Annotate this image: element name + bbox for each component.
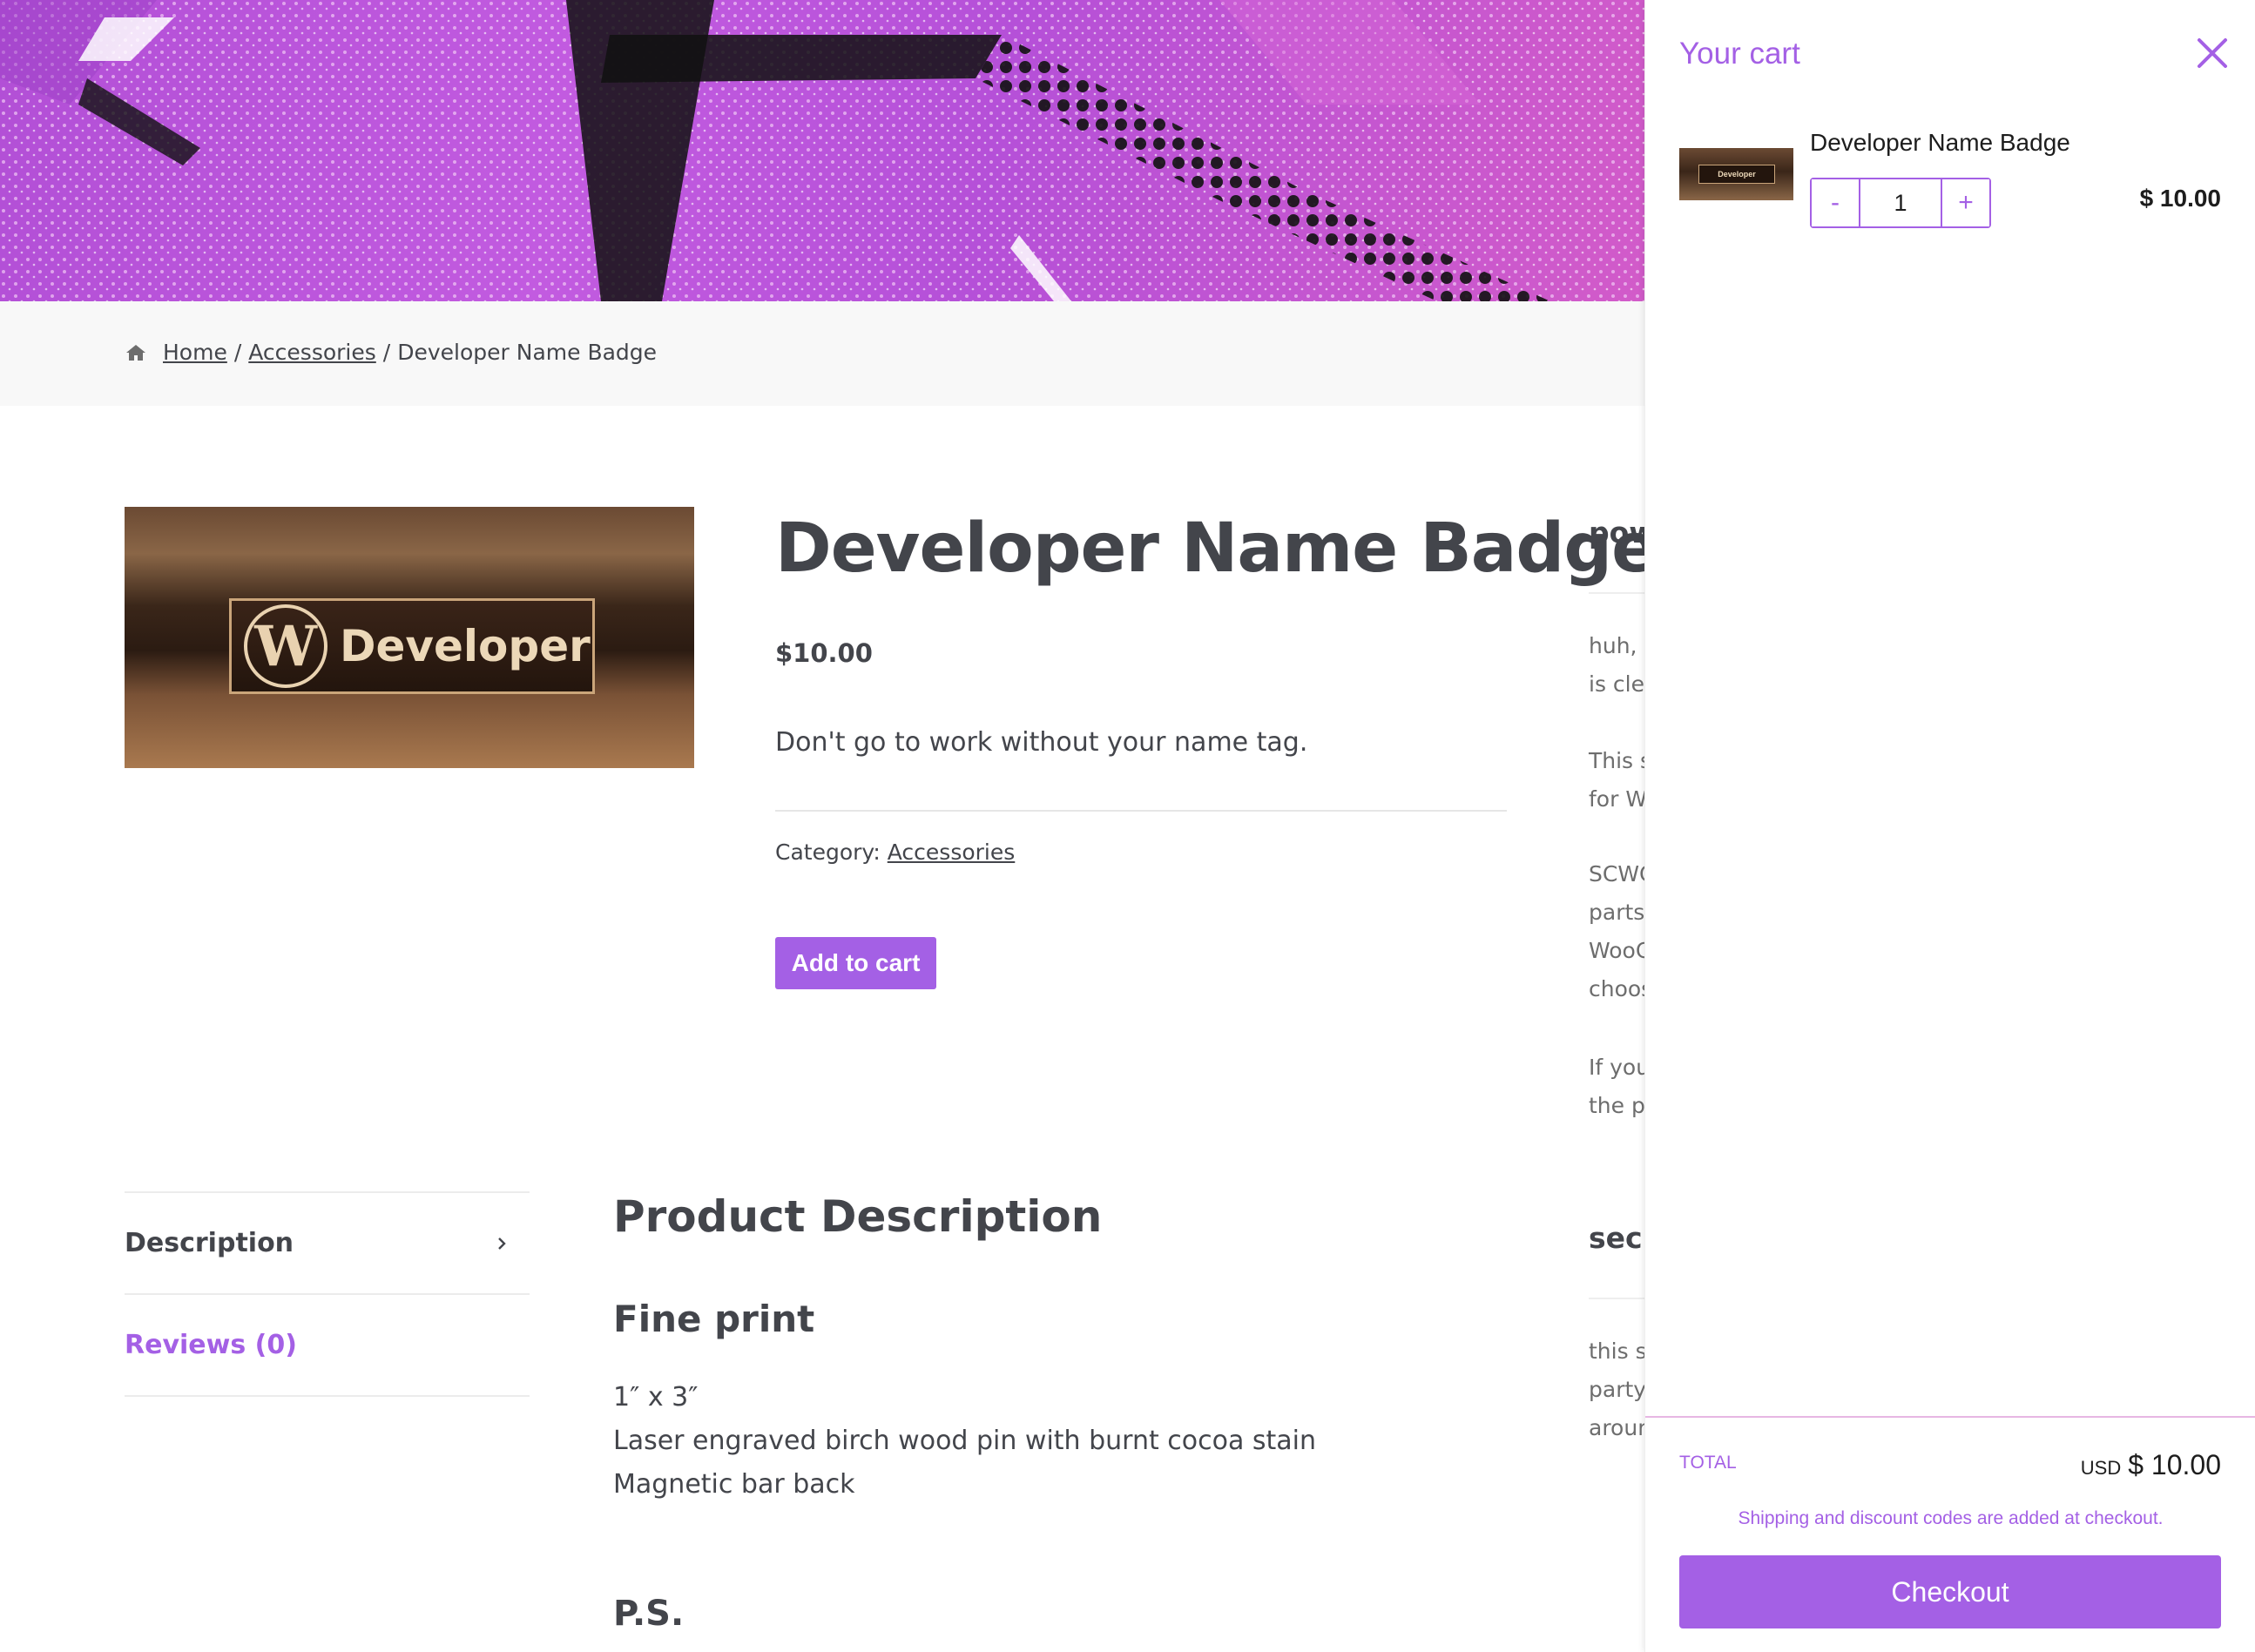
name-badge-plate: W Developer — [229, 598, 595, 694]
breadcrumb-current: Developer Name Badge — [397, 340, 658, 365]
description-line: 1″ x 3″ — [613, 1382, 699, 1413]
total-currency: USD — [2080, 1457, 2122, 1479]
description-ps-heading: P.S. — [613, 1594, 685, 1634]
breadcrumb-separator: / — [233, 340, 242, 365]
close-icon[interactable] — [2196, 37, 2229, 70]
tab-description[interactable]: Description — [125, 1191, 530, 1293]
wordpress-logo-icon: W — [244, 604, 327, 688]
description-line: Magnetic bar back — [613, 1469, 855, 1500]
product-image[interactable]: W Developer — [125, 507, 694, 768]
tab-label: Description — [125, 1228, 294, 1258]
product-category: Category: Accessories — [775, 839, 1015, 865]
total-label: TOTAL — [1679, 1453, 1737, 1473]
product-title: Developer Name Badge — [775, 509, 1657, 588]
breadcrumb: Home / Accessories / Developer Name Badg… — [125, 340, 657, 365]
description-heading: Product Description — [613, 1191, 1103, 1242]
description-line: Laser engraved birch wood pin with burnt… — [613, 1426, 1317, 1456]
cart-title: Your cart — [1679, 37, 1800, 71]
shipping-note: Shipping and discount codes are added at… — [1738, 1508, 2164, 1528]
tab-reviews[interactable]: Reviews (0) — [125, 1293, 530, 1397]
checkout-button[interactable]: Checkout — [1679, 1555, 2221, 1628]
category-link[interactable]: Accessories — [888, 839, 1016, 865]
cart-drawer: Your cart Developer Developer Name Badge… — [1644, 0, 2255, 1652]
total-amount: $ 10.00 — [2128, 1449, 2221, 1480]
hero-pattern — [0, 0, 1644, 301]
cart-thumb-badge: Developer — [1698, 165, 1775, 184]
cart-item-price: $ 10.00 — [2139, 185, 2221, 212]
breadcrumb-separator: / — [382, 340, 391, 365]
breadcrumb-home-link[interactable]: Home — [163, 340, 227, 365]
tab-label: Reviews (0) — [125, 1330, 297, 1360]
add-to-cart-button[interactable]: Add to cart — [775, 937, 936, 989]
breadcrumb-category-link[interactable]: Accessories — [248, 340, 376, 365]
badge-text: Developer — [340, 621, 591, 671]
cart-item-name: Developer Name Badge — [1810, 129, 2070, 156]
quantity-decrease-button[interactable]: - — [1812, 179, 1859, 226]
summary-divider — [775, 810, 1507, 812]
description-subheading: Fine print — [613, 1298, 815, 1340]
quantity-input[interactable] — [1859, 179, 1942, 226]
home-icon — [126, 344, 145, 361]
product-short-description: Don't go to work without your name tag. — [775, 727, 1308, 758]
product-tabs: Description Reviews (0) — [125, 1191, 530, 1397]
chevron-right-icon — [498, 1237, 506, 1250]
description-lines: 1″ x 3″ Laser engraved birch wood pin wi… — [613, 1376, 1316, 1507]
product-price: $10.00 — [775, 638, 873, 668]
total-value: USD $ 10.00 — [2081, 1449, 2221, 1481]
quantity-stepper: - + — [1810, 178, 1991, 228]
category-label: Category: — [775, 839, 881, 865]
cart-footer-divider — [1645, 1416, 2255, 1418]
cart-item-thumbnail: Developer — [1679, 148, 1793, 200]
hero-banner — [0, 0, 1644, 301]
quantity-increase-button[interactable]: + — [1942, 179, 1989, 226]
